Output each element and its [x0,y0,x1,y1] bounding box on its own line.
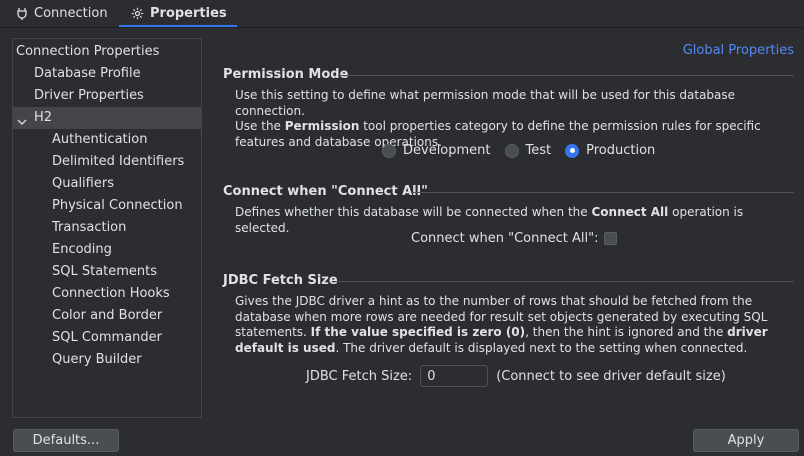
defaults-button[interactable]: Defaults... [13,429,119,452]
tab-connection[interactable]: Connection [16,0,108,26]
tree-item-database-profile[interactable]: Database Profile [13,63,222,85]
tab-connection-label: Connection [34,5,108,21]
tree-item-connection-properties[interactable]: Connection Properties [13,41,204,63]
tree-item-label: Delimited Identifiers [52,154,185,169]
permission-desc-line1: Use this setting to define what permissi… [235,88,736,118]
global-properties-link[interactable]: Global Properties [683,43,794,58]
tree-item-label: Physical Connection [52,198,183,213]
tree-item-color-and-border[interactable]: Color and Border [13,305,240,327]
permission-mode-radio-group: Development Test Production [382,143,669,158]
tree-item-label: Qualifiers [52,176,114,191]
tree-item-driver-properties[interactable]: Driver Properties [13,85,222,107]
tree-item-label: Connection Hooks [52,286,170,301]
tree-item-sql-commander[interactable]: SQL Commander [13,327,240,349]
active-tab-indicator [119,25,237,27]
properties-tree: Connection Properties Database Profile D… [12,38,202,418]
section-divider [338,75,794,76]
tab-properties[interactable]: Properties [119,0,237,27]
tree-item-transaction[interactable]: Transaction [13,217,240,239]
tree-item-label: SQL Statements [52,264,158,279]
plug-icon [16,7,28,20]
tree-item-qualifiers[interactable]: Qualifiers [13,173,240,195]
tab-properties-label: Properties [150,5,227,21]
tree-item-label: Query Builder [52,352,142,367]
tab-bar: Connection Properties [0,0,804,28]
radio-development-button[interactable] [382,143,396,158]
tree-item-authentication[interactable]: Authentication [13,129,240,151]
connect-all-label: Connect when "Connect All": [411,231,599,246]
jdbc-fetch-size-input[interactable] [420,365,489,387]
tree-item-label: Connection Properties [16,44,160,59]
radio-test-label: Test [525,143,552,158]
tree-item-label: SQL Commander [52,330,163,345]
radio-test-button[interactable] [504,143,519,158]
apply-button[interactable]: Apply [693,429,799,452]
radio-development-label: Development [403,143,491,158]
tree-item-label: Transaction [52,220,127,235]
jdbc-fetch-size-description: Gives the JDBC driver a hint as to the n… [235,294,768,355]
radio-production-label: Production [586,143,656,158]
tree-item-encoding[interactable]: Encoding [13,239,240,261]
jdbc-fetch-size-label: JDBC Fetch Size: [306,368,413,384]
radio-production-button[interactable] [565,143,580,158]
tree-item-connection-hooks[interactable]: Connection Hooks [13,283,240,305]
jdbc-fetch-size-row: JDBC Fetch Size: (Connect to see driver … [306,365,726,387]
tree-item-h2[interactable]: H2 [13,107,201,129]
section-divider [335,281,794,282]
tree-item-label: Database Profile [34,66,141,81]
radio-development[interactable]: Development [382,143,491,158]
tree-item-label: Encoding [52,242,112,257]
jdbc-fetch-size-title: JDBC Fetch Size [223,273,338,288]
jdbc-fetch-size-note: (Connect to see driver default size) [496,368,726,384]
radio-production[interactable]: Production [565,143,655,158]
gear-icon [131,7,144,20]
tree-item-label: Authentication [52,132,148,147]
radio-test[interactable]: Test [504,143,552,158]
tree-item-label: Color and Border [52,308,163,323]
tree-item-query-builder[interactable]: Query Builder [13,349,240,371]
connect-all-checkbox[interactable] [604,232,618,245]
tree-item-delimited-identifiers[interactable]: Delimited Identifiers [13,151,240,173]
permission-mode-title: Permission Mode [223,67,349,82]
tree-item-sql-statements[interactable]: SQL Statements [13,261,240,283]
permission-mode-description: Use this setting to define what permissi… [235,88,795,150]
tree-item-label: Driver Properties [34,88,144,103]
tree-item-label: H2 [34,110,53,125]
section-divider [411,192,794,193]
connect-all-row: Connect when "Connect All": [411,231,618,246]
tree-item-physical-connection[interactable]: Physical Connection [13,195,240,217]
connect-all-title: Connect when "Connect All" [223,184,428,199]
